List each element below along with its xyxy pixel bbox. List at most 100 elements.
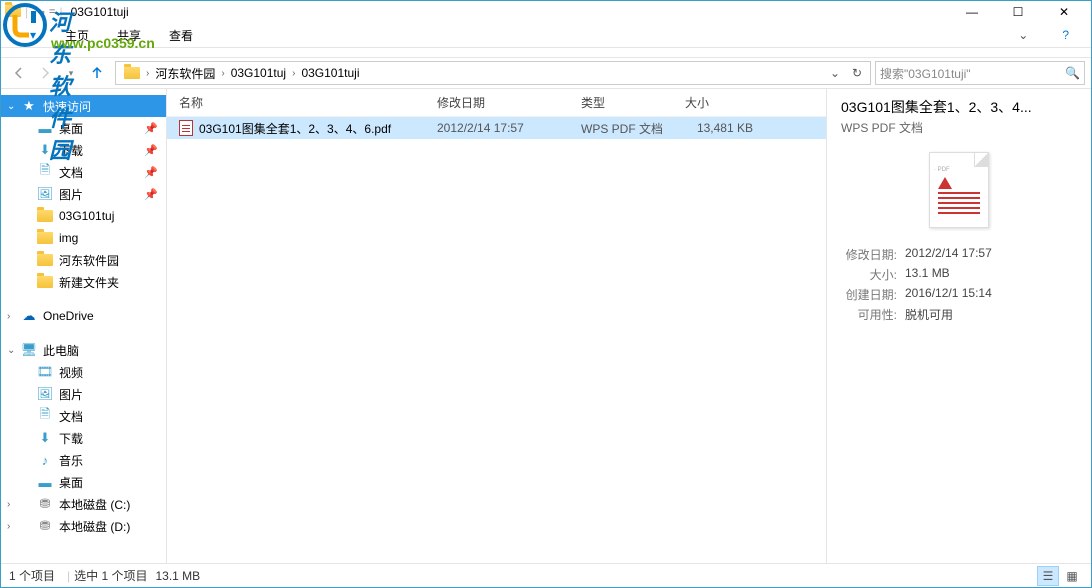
- breadcrumb-2[interactable]: 03G101tuj: [225, 66, 292, 80]
- forward-button[interactable]: [33, 61, 57, 85]
- search-icon[interactable]: 🔍: [1065, 66, 1080, 80]
- sidebar-downloads2[interactable]: ⬇下载: [1, 427, 166, 449]
- titlebar: | ▫ ▪ = | 03G101tuji — ☐ ✕: [1, 1, 1091, 23]
- sidebar-documents[interactable]: 🗎文档📌: [1, 161, 166, 183]
- sidebar-this-pc[interactable]: ⌄🖥此电脑: [1, 339, 166, 361]
- column-type[interactable]: 类型: [569, 94, 673, 111]
- file-list: 名称 修改日期 类型 大小 03G101图集全套1、2、3、4、6.pdf 20…: [167, 89, 827, 563]
- sidebar-folder-4[interactable]: 新建文件夹: [1, 271, 166, 293]
- column-headers: 名称 修改日期 类型 大小: [167, 89, 826, 117]
- sidebar-videos[interactable]: 🎞视频: [1, 361, 166, 383]
- view-thumbnails-button[interactable]: ▦: [1061, 566, 1083, 586]
- status-item-count: 1 个项目: [9, 567, 55, 584]
- maximize-button[interactable]: ☐: [995, 1, 1041, 23]
- file-type: WPS PDF 文档: [569, 120, 673, 137]
- sidebar-music[interactable]: ♪音乐: [1, 449, 166, 471]
- sidebar-documents2[interactable]: 🗎文档: [1, 405, 166, 427]
- meta-created-value: 2016/12/1 15:14: [905, 286, 992, 303]
- sidebar-pictures2[interactable]: 🖼图片: [1, 383, 166, 405]
- view-details-button[interactable]: ☰: [1037, 566, 1059, 586]
- onedrive-icon: ☁: [21, 308, 37, 324]
- star-icon: ★: [21, 98, 37, 114]
- qat-newfolder-icon[interactable]: ▪: [41, 5, 45, 19]
- preview-thumbnail: · PDF: [929, 152, 989, 228]
- status-bar: 1 个项目 | 选中 1 个项目 13.1 MB ☰ ▦: [1, 563, 1091, 587]
- sidebar-folder-1[interactable]: 03G101tuj: [1, 205, 166, 227]
- sidebar-desktop[interactable]: ▬桌面📌: [1, 117, 166, 139]
- sidebar-folder-3[interactable]: 河东软件园: [1, 249, 166, 271]
- folder-icon: [37, 274, 53, 290]
- pin-icon: 📌: [144, 144, 158, 157]
- meta-size-label: 大小:: [841, 266, 897, 283]
- sidebar-onedrive[interactable]: ›☁OneDrive: [1, 305, 166, 327]
- meta-modified-label: 修改日期:: [841, 246, 897, 263]
- preview-title: 03G101图集全套1、2、3、4...: [841, 97, 1077, 117]
- desktop-icon: ▬: [37, 120, 53, 136]
- sidebar-disk-c[interactable]: ›⛃本地磁盘 (C:): [1, 493, 166, 515]
- picture-icon: 🖼: [37, 186, 53, 202]
- app-icon: [5, 5, 21, 20]
- music-icon: ♪: [37, 452, 53, 468]
- file-name: 03G101图集全套1、2、3、4、6.pdf: [199, 120, 391, 137]
- tab-home[interactable]: 主页: [51, 23, 103, 48]
- sidebar-desktop2[interactable]: ▬桌面: [1, 471, 166, 493]
- qat-dropdown[interactable]: =: [49, 6, 55, 18]
- file-date: 2012/2/14 17:57: [425, 121, 569, 135]
- meta-availability-value: 脱机可用: [905, 306, 953, 323]
- address-dropdown-icon[interactable]: ⌄: [824, 66, 846, 80]
- picture-icon: 🖼: [37, 386, 53, 402]
- status-size: 13.1 MB: [155, 569, 200, 583]
- pdf-icon: [179, 120, 193, 136]
- minimize-button[interactable]: —: [949, 1, 995, 23]
- document-icon: 🗎: [37, 408, 53, 424]
- expand-ribbon-icon[interactable]: ⌄: [1004, 24, 1042, 46]
- up-button[interactable]: [85, 61, 109, 85]
- recent-dropdown[interactable]: ▾: [59, 61, 83, 85]
- disk-icon: ⛃: [37, 496, 53, 512]
- back-button[interactable]: [7, 61, 31, 85]
- pin-icon: 📌: [144, 122, 158, 135]
- tab-view[interactable]: 查看: [155, 23, 207, 48]
- download-icon: ⬇: [37, 142, 53, 158]
- qat-properties-icon[interactable]: ▫: [32, 5, 37, 20]
- sidebar-quick-access[interactable]: ⌄★快速访问: [1, 95, 166, 117]
- folder-icon: [37, 230, 53, 246]
- video-icon: 🎞: [37, 364, 53, 380]
- details-pane: 03G101图集全套1、2、3、4... WPS PDF 文档 · PDF 修改…: [827, 89, 1091, 563]
- pin-icon: 📌: [144, 166, 158, 179]
- sidebar-folder-2[interactable]: img: [1, 227, 166, 249]
- folder-icon: [37, 252, 53, 268]
- sidebar-disk-d[interactable]: ›⛃本地磁盘 (D:): [1, 515, 166, 537]
- document-icon: 🗎: [37, 164, 53, 180]
- column-date[interactable]: 修改日期: [425, 94, 569, 111]
- file-row[interactable]: 03G101图集全套1、2、3、4、6.pdf 2012/2/14 17:57 …: [167, 117, 826, 139]
- meta-size-value: 13.1 MB: [905, 266, 950, 283]
- address-toolbar: ▾ › 河东软件园 › 03G101tuj › 03G101tuji ⌄ ↻ 搜…: [1, 57, 1091, 89]
- refresh-icon[interactable]: ↻: [846, 66, 868, 80]
- preview-subtitle: WPS PDF 文档: [841, 119, 1077, 136]
- help-icon[interactable]: ?: [1048, 24, 1083, 46]
- close-button[interactable]: ✕: [1041, 1, 1087, 23]
- column-size[interactable]: 大小: [673, 94, 773, 111]
- sidebar-downloads[interactable]: ⬇下载📌: [1, 139, 166, 161]
- navigation-pane: ⌄★快速访问 ▬桌面📌 ⬇下载📌 🗎文档📌 🖼图片📌 03G101tuj img…: [1, 89, 167, 563]
- qat-separator: |: [25, 5, 28, 19]
- tab-share[interactable]: 共享: [103, 23, 155, 48]
- disk-icon: ⛃: [37, 518, 53, 534]
- meta-modified-value: 2012/2/14 17:57: [905, 246, 992, 263]
- meta-availability-label: 可用性:: [841, 306, 897, 323]
- search-placeholder: 搜索"03G101tuji": [880, 65, 971, 82]
- qat-separator2: |: [59, 5, 62, 19]
- column-name[interactable]: 名称: [167, 94, 425, 111]
- folder-icon: [37, 208, 53, 224]
- download-icon: ⬇: [37, 430, 53, 446]
- breadcrumb-1[interactable]: 河东软件园: [149, 65, 221, 82]
- breadcrumb-3[interactable]: 03G101tuji: [295, 66, 365, 80]
- address-bar[interactable]: › 河东软件园 › 03G101tuj › 03G101tuji ⌄ ↻: [115, 61, 871, 85]
- search-input[interactable]: 搜索"03G101tuji" 🔍: [875, 61, 1085, 85]
- desktop-icon: ▬: [37, 474, 53, 490]
- status-selected: 选中 1 个项目: [74, 567, 147, 584]
- file-menu-dropdown[interactable]: ▾: [15, 23, 51, 47]
- sidebar-pictures[interactable]: 🖼图片📌: [1, 183, 166, 205]
- breadcrumb-root-icon[interactable]: [118, 67, 146, 79]
